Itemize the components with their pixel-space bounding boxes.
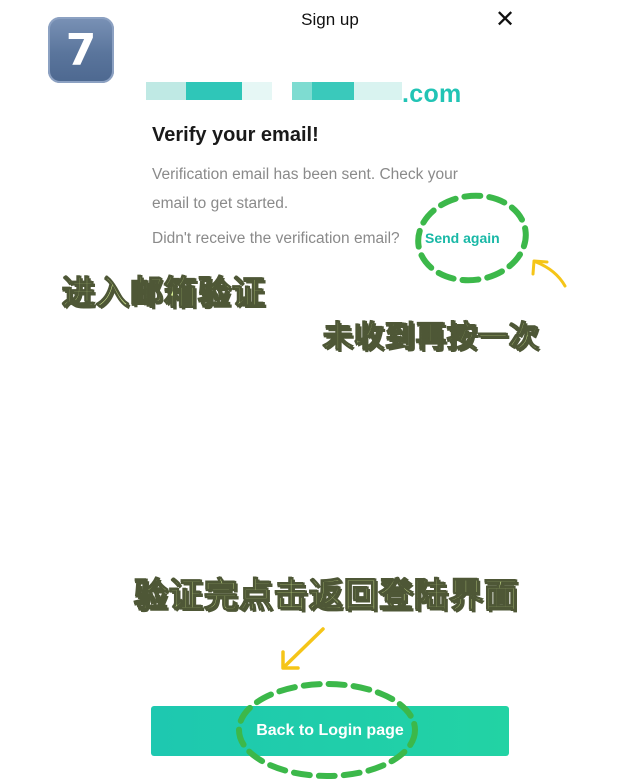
verify-heading: Verify your email! (152, 124, 319, 146)
resend-prompt: Didn't receive the verification email? (152, 230, 400, 247)
arrow-head-icon (281, 650, 300, 670)
annotation-after-verify: 验证完点击返回登陆界面 (133, 575, 519, 616)
redaction-block (186, 82, 242, 100)
annotation-overlay (236, 192, 567, 779)
send-again-link[interactable]: Send again (425, 230, 500, 246)
back-to-login-button[interactable]: Back to Login page (151, 706, 509, 756)
close-icon[interactable]: ✕ (492, 8, 518, 34)
verification-description: Verification email has been sent. Check … (152, 166, 458, 212)
redaction-block (312, 82, 354, 100)
arrow-head-icon (531, 259, 549, 276)
annotation-not-received: 未收到再按一次 (322, 319, 540, 355)
arrow-icon (534, 260, 567, 288)
arrow-icon (282, 627, 325, 669)
redaction-block (242, 82, 272, 100)
redaction-block (146, 82, 186, 100)
redaction-block (354, 82, 402, 100)
redaction-block (292, 82, 312, 100)
annotation-enter-mailbox: 进入邮箱验证 (61, 272, 266, 312)
email-domain-suffix: .com (402, 80, 462, 108)
page-title: Sign up (301, 10, 359, 29)
email-address-redacted (146, 80, 406, 102)
